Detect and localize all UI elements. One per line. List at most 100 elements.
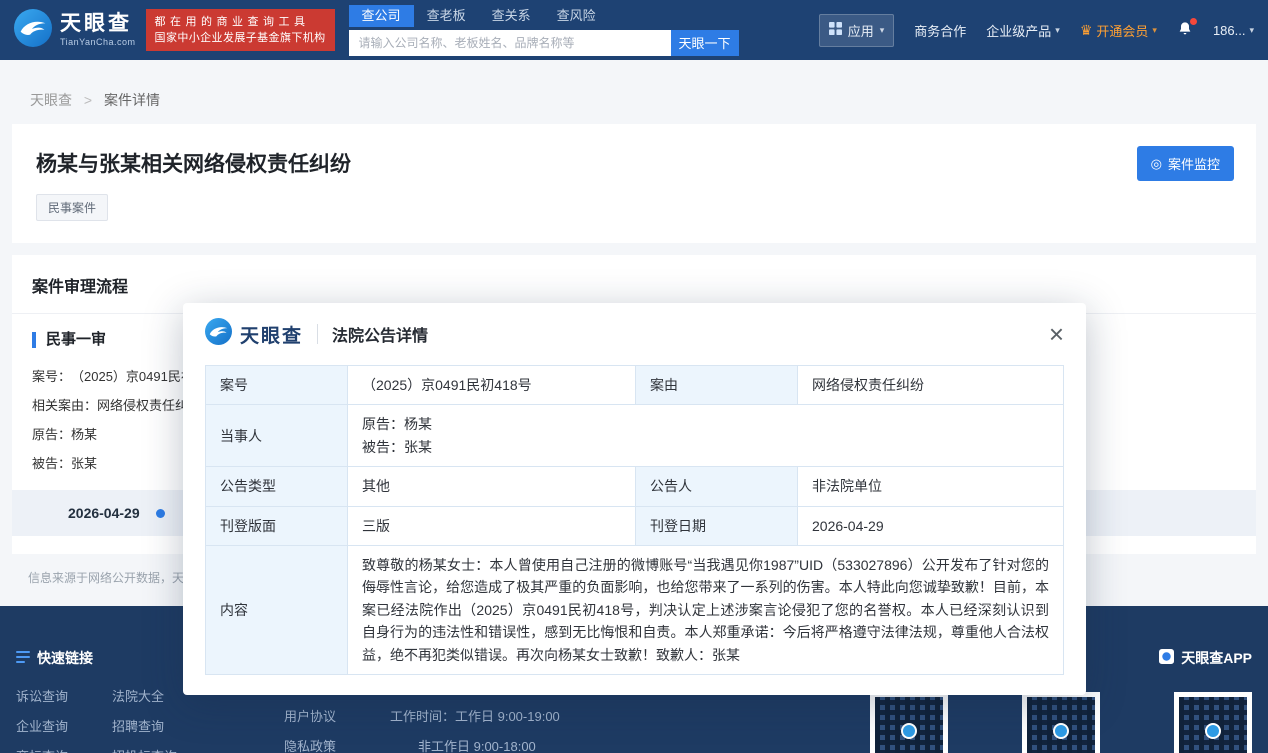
footer-link[interactable]: 商标查询 [16,746,112,753]
tab-search-boss[interactable]: 查老板 [414,5,479,27]
party-value-cell: 原告：杨某 被告：张某 [348,405,1064,467]
slogan-badge: 都在用的商业查询工具 国家中小企业发展子基金旗下机构 [146,9,335,51]
monitor-label: 案件监控 [1168,154,1220,173]
case-number-value-cell: （2025）京0491民初418号 [348,366,636,405]
search-button[interactable]: 天眼一下 [671,30,739,56]
search-input[interactable] [349,30,671,56]
apps-label: 应用 [848,21,874,40]
modal-brand: 天眼查 [240,321,303,348]
nav-vip-label: 开通会员 [1096,21,1148,40]
brand-name: 天眼查 [60,13,136,34]
tab-search-relation[interactable]: 查关系 [479,5,544,27]
apps-menu-button[interactable]: 应用 ▾ [819,14,895,47]
tab-search-company[interactable]: 查公司 [349,5,414,27]
qr-logo-icon [1205,723,1221,739]
app-heading: 天眼查APP [1159,648,1252,668]
search-type-tabs: 查公司 查老板 查关系 查风险 [349,5,739,27]
nav-business-label: 商务合作 [914,21,966,40]
page-title: 杨某与张某相关网络侵权责任纠纷 [36,148,1232,178]
crown-icon: ♛ [1080,23,1093,37]
nav-business-cooperation[interactable]: 商务合作 [914,21,966,40]
top-navigation-bar: 天眼查 TianYanCha.com 都在用的商业查询工具 国家中小企业发展子基… [0,0,1268,60]
publish-page-label-cell: 刊登版面 [206,506,348,545]
announcement-type-label-cell: 公告类型 [206,467,348,506]
work-time-line1: 工作时间：工作日 9:00-19:00 [390,706,630,725]
nav-enterprise-products[interactable]: 企业级产品 ▾ [986,21,1060,40]
logo-eye-icon [205,318,232,350]
notification-dot [1190,18,1197,25]
case-monitor-button[interactable]: ◎ 案件监控 [1137,146,1234,181]
announcement-table: 案号 （2025）京0491民初418号 案由 网络侵权责任纠纷 当事人 原告：… [205,365,1064,675]
footer-link[interactable]: 企业查询 [16,716,112,735]
apps-grid-icon [829,22,842,38]
footer-link[interactable]: 诉讼查询 [16,686,112,705]
app-icon [1159,649,1174,667]
plaintiff-line: 原告：杨某 [362,413,1049,435]
logo-eye-icon [14,9,52,52]
work-time-line2: 非工作日 9:00-18:00 [390,736,630,753]
field-label: 相关案由： [32,391,97,420]
tab-search-risk[interactable]: 查风险 [544,5,609,27]
field-value: 张某 [71,449,97,478]
court-announcement-modal: 天眼查 法院公告详情 × 案号 （2025）京0491民初418号 案由 网络侵… [183,303,1086,695]
user-phone: 186... [1213,23,1246,38]
announcement-type-value-cell: 其他 [348,467,636,506]
user-account-menu[interactable]: 186... ▾ [1213,23,1254,38]
search-row: 天眼一下 [349,30,739,56]
nav-open-membership[interactable]: ♛ 开通会员 ▾ [1080,21,1157,40]
qr-logo-icon [901,723,917,739]
chevron-down-icon: ▾ [1152,25,1157,36]
publish-date-value-cell: 2026-04-29 [798,506,1064,545]
case-number-label-cell: 案号 [206,366,348,405]
table-row: 案号 （2025）京0491民初418号 案由 网络侵权责任纠纷 [206,366,1064,405]
timeline-dot-icon [156,509,165,518]
case-type-badge: 民事案件 [36,194,108,221]
list-icon [16,650,30,667]
slogan-line2: 国家中小企业发展子基金旗下机构 [155,30,326,46]
qr-code-1 [870,692,948,753]
content-label-cell: 内容 [206,545,348,674]
cause-value-cell: 网络侵权责任纠纷 [798,366,1064,405]
footer-link[interactable]: 招聘查询 [112,716,246,735]
table-row: 当事人 原告：杨某 被告：张某 [206,405,1064,467]
qr-code-2 [1022,692,1100,753]
table-row: 内容 致尊敬的杨某女士：本人曾使用自己注册的微博账号“当我遇见你1987”UID… [206,545,1064,674]
footer-link[interactable]: 招投标查询 [112,746,246,753]
divider [317,324,318,344]
publish-date-label-cell: 刊登日期 [636,506,798,545]
party-label-cell: 当事人 [206,405,348,467]
modal-body: 案号 （2025）京0491民初418号 案由 网络侵权责任纠纷 当事人 原告：… [183,363,1086,695]
breadcrumb-home-link[interactable]: 天眼查 [30,92,72,108]
footer-link-user-agreement[interactable]: 用户协议 [284,706,390,725]
breadcrumb: 天眼查 > 案件详情 [0,60,1268,124]
field-label: 原告： [32,420,71,449]
announcer-label-cell: 公告人 [636,467,798,506]
table-row: 刊登版面 三版 刊登日期 2026-04-29 [206,506,1064,545]
qr-code-3 [1174,692,1252,753]
slogan-line1: 都在用的商业查询工具 [155,14,326,30]
app-title: 天眼查APP [1181,648,1252,668]
defendant-line: 被告：张某 [362,436,1049,458]
chevron-down-icon: ▾ [1249,25,1254,36]
notification-bell[interactable] [1177,21,1193,40]
modal-header: 天眼查 法院公告详情 × [183,303,1086,363]
footer-link-privacy-policy[interactable]: 隐私政策 [284,736,390,753]
cause-label-cell: 案由 [636,366,798,405]
breadcrumb-separator: > [84,92,92,108]
chevron-down-icon: ▾ [880,25,885,36]
brand-domain: TianYanCha.com [60,37,136,47]
content-value-cell: 致尊敬的杨某女士：本人曾使用自己注册的微博账号“当我遇见你1987”UID（53… [348,545,1064,674]
chevron-down-icon: ▾ [1055,25,1060,36]
search-block: 查公司 查老板 查关系 查风险 天眼一下 [349,5,739,56]
monitor-icon: ◎ [1151,156,1162,172]
qr-logo-icon [1053,723,1069,739]
field-label: 被告： [32,449,71,478]
breadcrumb-current: 案件详情 [104,92,160,108]
close-icon[interactable]: × [1049,324,1064,344]
tianyancha-logo[interactable]: 天眼查 TianYanCha.com [14,9,136,52]
publish-page-value-cell: 三版 [348,506,636,545]
field-label: 案号： [32,362,71,391]
header-right-nav: 应用 ▾ 商务合作 企业级产品 ▾ ♛ 开通会员 ▾ [819,14,1254,47]
announcer-value-cell: 非法院单位 [798,467,1064,506]
field-value: 杨某 [71,420,97,449]
